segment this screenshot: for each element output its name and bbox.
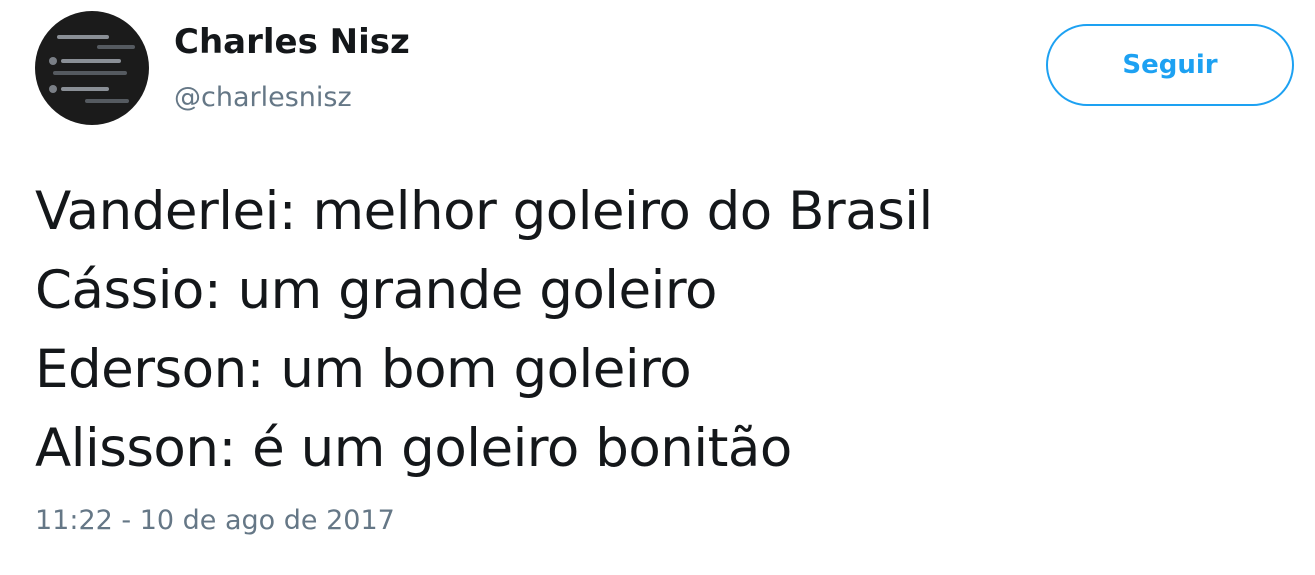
tweet-text-line: Alisson: é um goleiro bonitão <box>35 418 792 479</box>
tweet-text-line: Ederson: um bom goleiro <box>35 339 692 400</box>
tweet-text: Vanderlei: melhor goleiro do Brasil Cáss… <box>35 172 1275 488</box>
avatar-detail <box>53 71 127 75</box>
avatar-detail <box>61 87 109 91</box>
avatar[interactable] <box>35 11 149 125</box>
follow-button[interactable]: Seguir <box>1046 24 1294 106</box>
avatar-detail <box>57 35 109 39</box>
tweet-card: Charles Nisz @charlesnisz Seguir Vanderl… <box>0 0 1315 575</box>
tweet-timestamp[interactable]: 11:22 - 10 de ago de 2017 <box>35 503 395 539</box>
tweet-text-line: Vanderlei: melhor goleiro do Brasil <box>35 181 933 242</box>
avatar-detail <box>49 57 57 65</box>
avatar-detail <box>85 99 129 103</box>
avatar-detail <box>97 45 135 49</box>
user-handle[interactable]: @charlesnisz <box>174 80 352 116</box>
avatar-detail <box>49 85 57 93</box>
avatar-detail <box>61 59 121 63</box>
tweet-text-line: Cássio: um grande goleiro <box>35 260 717 321</box>
display-name[interactable]: Charles Nisz <box>174 20 410 64</box>
